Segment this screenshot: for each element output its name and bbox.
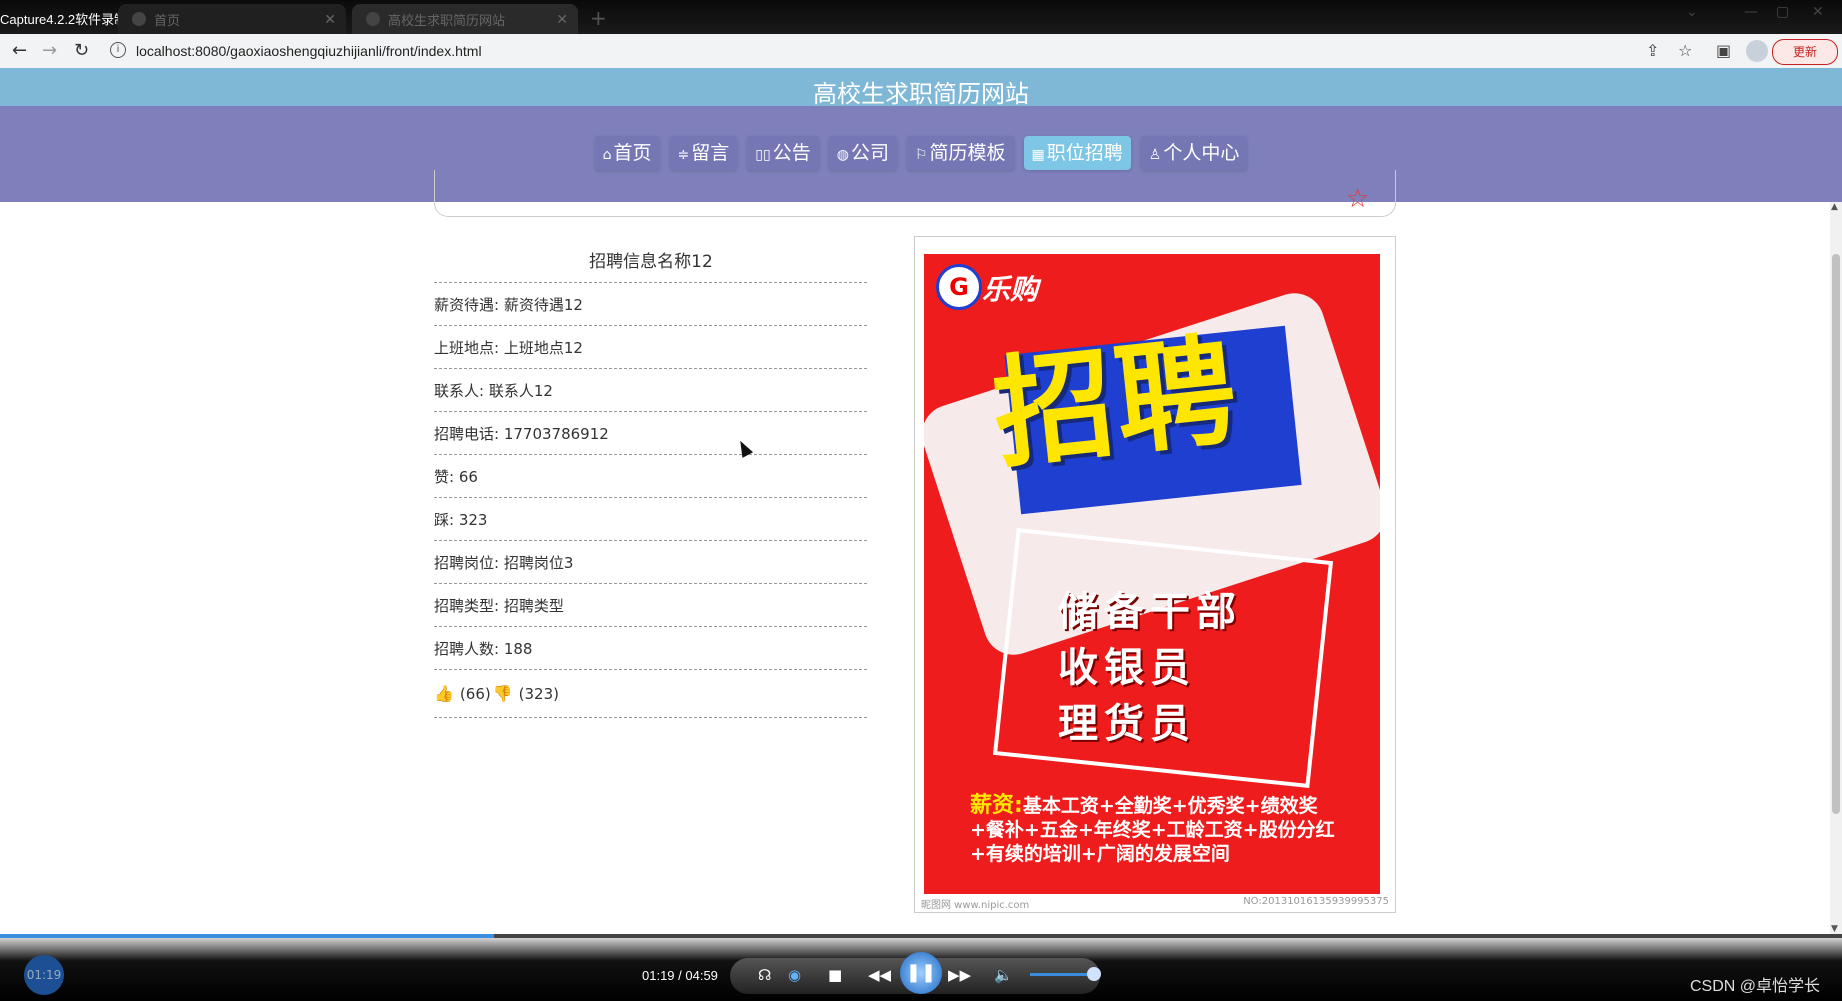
poster-headline: 招聘 <box>987 321 1245 486</box>
volume-icon[interactable]: 🔈 <box>994 966 1013 984</box>
tab-title: 高校生求职简历网站 <box>388 12 506 28</box>
nav-item-6[interactable]: ♙ 个人中心 <box>1140 136 1248 170</box>
star-bookmark-icon[interactable]: ☆ <box>1678 41 1692 60</box>
poster-job: 储备干部 <box>1058 589 1242 635</box>
fast-forward-icon[interactable]: ▶▶ <box>948 966 971 984</box>
sidebar-icon[interactable]: ▣ <box>1716 41 1731 60</box>
poster-salary: 薪资:基本工资+全勤奖+优秀奖+绩效奖+餐补+五金+年终奖+工龄工资+股份分红+… <box>970 794 1350 866</box>
flag-icon: ⚐ <box>914 147 928 163</box>
close-icon[interactable]: ✕ <box>324 11 336 28</box>
user-icon: ♙ <box>1148 147 1162 163</box>
detail-row: 招聘电话: 17703786912 <box>434 412 867 455</box>
like-count: (66) <box>459 684 491 703</box>
detail-row: 赞: 66 <box>434 455 867 498</box>
page-scrollbar[interactable]: ▲ ▼ <box>1830 202 1842 934</box>
new-tab-icon[interactable]: + <box>590 6 607 30</box>
poster-salary-label: 薪资: <box>970 793 1023 818</box>
nav-item-0[interactable]: ⌂ 首页 <box>594 136 660 170</box>
job-poster-image: G 乐购 招聘 储备干部 收银员 理货员 薪资:基本工资+全勤奖+优秀奖+绩效奖… <box>924 254 1380 894</box>
nav-item-4[interactable]: ⚐ 简历模板 <box>906 136 1014 170</box>
nav-label: 首页 <box>613 142 652 164</box>
job-detail-list: 薪资待遇: 薪资待遇12 上班地点: 上班地点12 联系人: 联系人12 招聘电话: … <box>434 282 867 718</box>
nav-items: ⌂ 首页 ≑ 留言 ▯▯ 公告 ◍ 公司 ⚐ 简历模板 ▦ 职位招聘 ♙ 个人中心 <box>0 136 1842 170</box>
rewind-icon[interactable]: ◀◀ <box>868 966 891 984</box>
poster-footer: 昵图网 www.nipic.com NO:2013101613593999537… <box>915 894 1395 912</box>
browser-tab-home[interactable]: 首页 ✕ <box>118 4 346 34</box>
home-icon: ⌂ <box>602 147 612 163</box>
browser-tab-site[interactable]: 高校生求职简历网站 ✕ <box>352 4 578 34</box>
close-window-icon[interactable]: ✕ <box>1812 4 1824 20</box>
poster-jobs: 储备干部 收银员 理货员 <box>1058 584 1242 752</box>
poster-footer-right: NO:20131016135939995375 <box>1243 896 1389 907</box>
timecode: 01:19 / 04:59 <box>642 968 718 983</box>
stop-icon[interactable]: ■ <box>828 966 842 984</box>
clock-badge: 01:19 <box>24 955 64 995</box>
nav-label: 公司 <box>850 142 889 164</box>
share-icon[interactable]: ⇪ <box>1646 41 1659 60</box>
poster-job: 理货员 <box>1058 701 1196 747</box>
favicon-icon <box>366 12 380 26</box>
scroll-down-icon[interactable]: ▼ <box>1831 924 1838 934</box>
star-icon[interactable]: ☆ <box>1346 186 1369 212</box>
detail-row: 招聘人数: 188 <box>434 627 867 670</box>
volume-knob[interactable] <box>1087 967 1101 981</box>
nav-label: 职位招聘 <box>1046 142 1123 164</box>
job-title: 招聘信息名称12 <box>589 252 713 272</box>
address-bar: ← → ↻ i localhost:8080/gaoxiaoshengqiuzh… <box>0 34 1842 69</box>
thumbs-down-icon[interactable]: 👎 <box>493 684 513 703</box>
nav-item-3[interactable]: ◍ 公司 <box>828 136 897 170</box>
forward-icon[interactable]: → <box>42 40 57 61</box>
nav-label: 简历模板 <box>929 142 1006 164</box>
update-button[interactable]: 更新 <box>1772 39 1838 65</box>
back-icon[interactable]: ← <box>12 40 27 61</box>
recorder-label: Capture4.2.2软件录制 <box>0 12 128 27</box>
nav-item-5[interactable]: ▦ 职位招聘 <box>1023 136 1131 170</box>
poster-job: 收银员 <box>1058 645 1196 691</box>
scroll-thumb[interactable] <box>1832 254 1840 814</box>
thumbs-up-icon[interactable]: 👍 <box>434 684 454 703</box>
sliders-icon: ≑ <box>677 147 690 163</box>
minimize-icon[interactable]: — <box>1744 4 1758 20</box>
loop-icon[interactable]: ☊ <box>758 966 771 984</box>
brand-logo-icon: G <box>936 264 982 310</box>
nav-label: 公告 <box>772 142 811 164</box>
scroll-up-icon[interactable]: ▲ <box>1831 202 1838 212</box>
browser-tab-bar: Capture4.2.2软件录制 首页 ✕ 高校生求职简历网站 ✕ + ⌄ — … <box>0 0 1842 34</box>
tab-title: 首页 <box>154 12 181 28</box>
close-icon[interactable]: ✕ <box>556 11 568 28</box>
progress-fill <box>0 934 494 938</box>
site-title: 高校生求职简历网站 <box>813 80 1029 108</box>
reload-icon[interactable]: ↻ <box>74 40 89 61</box>
detail-row: 踩: 323 <box>434 498 867 541</box>
pause-button[interactable]: ❚❚ <box>900 952 942 994</box>
nav-label: 留言 <box>691 142 730 164</box>
book-icon: ▯▯ <box>755 147 771 163</box>
detail-row: 招聘类型: 招聘类型 <box>434 584 867 627</box>
poster-footer-left: 昵图网 www.nipic.com <box>921 900 1030 911</box>
detail-row: 上班地点: 上班地点12 <box>434 326 867 369</box>
poster-brand: 乐购 <box>982 273 1039 306</box>
favicon-icon <box>132 12 146 26</box>
detail-row: 薪资待遇: 薪资待遇12 <box>434 282 867 326</box>
refresh-icon[interactable]: ◉ <box>788 966 801 984</box>
site-header: 高校生求职简历网站 <box>0 68 1842 108</box>
watermark: CSDN @卓怡学长 <box>1690 978 1821 995</box>
dislike-count: (323) <box>518 684 559 703</box>
nav-label: 个人中心 <box>1163 142 1240 164</box>
grid-icon: ▦ <box>1031 147 1045 163</box>
detail-row: 招聘岗位: 招聘岗位3 <box>434 541 867 584</box>
profile-avatar[interactable] <box>1746 40 1768 62</box>
search-panel <box>434 170 1396 217</box>
likes-row: 👍 (66) 👎 (323) <box>434 670 867 718</box>
globe-icon: ◍ <box>836 147 849 163</box>
chevron-down-icon[interactable]: ⌄ <box>1686 4 1698 20</box>
url-text[interactable]: localhost:8080/gaoxiaoshengqiuzhijianli/… <box>136 43 482 59</box>
nav-item-2[interactable]: ▯▯ 公告 <box>747 136 819 170</box>
job-poster-frame: G 乐购 招聘 储备干部 收银员 理货员 薪资:基本工资+全勤奖+优秀奖+绩效奖… <box>914 236 1396 913</box>
detail-row: 联系人: 联系人12 <box>434 369 867 412</box>
maximize-icon[interactable]: ▢ <box>1776 4 1789 20</box>
nav-item-1[interactable]: ≑ 留言 <box>669 136 738 170</box>
info-icon[interactable]: i <box>110 42 126 58</box>
poster-salary-text: 基本工资+全勤奖+优秀奖+绩效奖+餐补+五金+年终奖+工龄工资+股份分红+有续的… <box>970 795 1335 865</box>
